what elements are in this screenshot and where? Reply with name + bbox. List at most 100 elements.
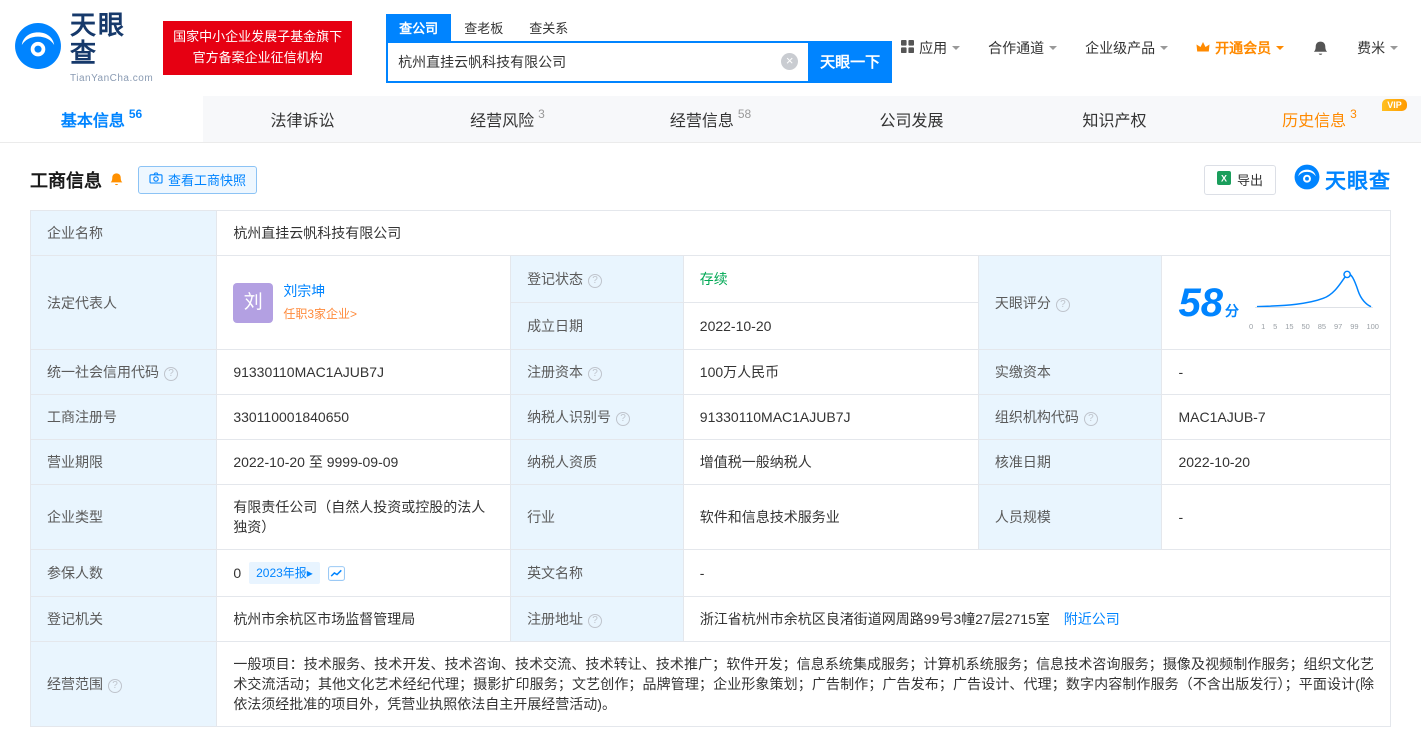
row-credit-capital: 统一社会信用代码 91330110MAC1AJUB7J 注册资本 100万人民币… — [29, 349, 1391, 395]
field-value-score: 58 分 01 5 15 50 85 97 99 100 — [1161, 255, 1391, 350]
snapshot-button-label: 查看工商快照 — [168, 173, 247, 188]
nav-open-vip[interactable]: 开通会员 — [1187, 38, 1293, 58]
logo-domain: TianYanCha.com — [70, 72, 154, 84]
annual-report-tag[interactable]: 2023年报▸ — [249, 562, 320, 584]
field-label-legal-rep: 法定代表人 — [29, 255, 218, 350]
field-value-company-name: 杭州直挂云帆科技有限公司 — [216, 210, 1391, 256]
clear-search-icon[interactable]: × — [781, 53, 799, 70]
field-value-taxpayer-id: 91330110MAC1AJUB7J — [682, 394, 979, 440]
help-icon[interactable] — [1083, 412, 1098, 426]
field-label-reg-status: 登记状态 — [510, 255, 684, 303]
search-button[interactable]: 天眼一下 — [808, 40, 893, 83]
score-chart: 01 5 15 50 85 97 99 100 — [1249, 268, 1379, 337]
nav-enterprise-label: 企业级产品 — [1085, 40, 1156, 56]
search-tab-boss[interactable]: 查老板 — [451, 14, 516, 41]
bell-icon — [1314, 41, 1328, 55]
nav-apps-label: 应用 — [919, 40, 948, 56]
search-tabs: 查公司 查老板 查关系 — [386, 13, 892, 41]
badge-line1: 国家中小企业发展子基金旗下 — [173, 29, 343, 45]
field-label-insured: 参保人数 — [29, 549, 218, 597]
notification-bell[interactable] — [1303, 40, 1338, 57]
tianyancha-watermark: 天眼查 — [1294, 164, 1391, 195]
tianyancha-logo[interactable]: 天眼查 TianYanCha.com — [14, 10, 154, 86]
help-icon[interactable] — [588, 614, 603, 628]
tab-basic-info[interactable]: 基本信息 56 — [0, 96, 203, 142]
legal-rep-companies-link[interactable]: 任职3家企业> — [283, 304, 357, 324]
nav-cooperation[interactable]: 合作通道 — [979, 38, 1066, 58]
snapshot-button[interactable]: 查看工商快照 — [138, 165, 258, 194]
field-value-staff-size: - — [1161, 484, 1391, 550]
vip-badge: VIP — [1382, 99, 1407, 111]
chevron-down-icon — [1390, 46, 1399, 54]
tab-company-development[interactable]: 公司发展 — [812, 96, 1015, 142]
help-icon[interactable] — [616, 412, 631, 426]
tab-business-risk[interactable]: 经营风险 3 — [406, 96, 609, 142]
section-title: 工商信息 — [30, 170, 102, 191]
field-label-establish-date: 成立日期 — [510, 302, 684, 350]
field-value-approval-date: 2022-10-20 — [1161, 439, 1391, 485]
help-icon[interactable] — [164, 367, 178, 381]
trend-chart-icon[interactable] — [327, 565, 345, 581]
help-icon[interactable] — [588, 274, 603, 288]
search-block: 查公司 查老板 查关系 × 天眼一下 — [386, 13, 893, 83]
nav-user-account[interactable]: 费米 — [1348, 38, 1407, 58]
grid-icon — [901, 40, 915, 56]
tab-label: 基本信息 — [60, 113, 125, 130]
row-company-type: 企业类型 有限责任公司（自然人投资或控股的法人独资） 行业 软件和信息技术服务业… — [29, 484, 1391, 550]
field-label-paid-capital: 实缴资本 — [977, 349, 1163, 395]
search-input[interactable] — [398, 53, 782, 70]
field-value-reg-number: 330110001840650 — [216, 394, 512, 440]
field-value-insured: 0 2023年报▸ — [216, 549, 512, 597]
field-value-org-code: MAC1AJUB-7 — [1161, 394, 1391, 440]
search-tab-company[interactable]: 查公司 — [386, 13, 452, 41]
field-value-reg-status: 存续 — [682, 255, 979, 303]
legal-rep-name-link[interactable]: 刘宗坤 — [283, 281, 357, 301]
row-reg-number: 工商注册号 330110001840650 纳税人识别号 91330110MAC… — [29, 394, 1391, 440]
header: 天眼查 TianYanCha.com 国家中小企业发展子基金旗下 官方备案企业征… — [0, 0, 1421, 96]
field-label-reg-number: 工商注册号 — [29, 394, 218, 440]
nav-cooperation-label: 合作通道 — [988, 40, 1045, 56]
row-business-term: 营业期限 2022-10-20 至 9999-09-09 纳税人资质 增值税一般… — [29, 439, 1391, 485]
help-icon[interactable] — [588, 367, 603, 381]
field-value-english-name: - — [682, 549, 1392, 597]
camera-icon — [149, 172, 163, 187]
company-tabbar: 基本信息 56 法律诉讼 经营风险 3 经营信息 58 公司发展 知识产权 VI… — [0, 96, 1421, 143]
avatar[interactable]: 刘 — [233, 282, 274, 323]
search-tab-relation[interactable]: 查关系 — [516, 14, 581, 41]
status-badge: 存续 — [699, 271, 728, 287]
field-label-reg-capital: 注册资本 — [510, 349, 684, 395]
tab-label: 公司发展 — [879, 113, 944, 130]
nav-apps[interactable]: 应用 — [892, 38, 969, 58]
field-label-company-type: 企业类型 — [29, 484, 218, 550]
export-button[interactable]: X 导出 — [1203, 164, 1276, 195]
field-value-reg-authority: 杭州市余杭区市场监督管理局 — [216, 596, 512, 642]
nav-enterprise-products[interactable]: 企业级产品 — [1076, 38, 1177, 58]
chevron-down-icon — [1049, 46, 1058, 54]
nav-vip-label: 开通会员 — [1215, 40, 1272, 56]
nearby-companies-link[interactable]: 附近公司 — [1064, 611, 1120, 627]
field-label-credit-code: 统一社会信用代码 — [29, 349, 218, 395]
field-label-taxpayer-id: 纳税人识别号 — [510, 394, 684, 440]
field-label-industry: 行业 — [510, 484, 684, 550]
field-label-business-scope: 经营范围 — [29, 641, 218, 727]
row-authority-address: 登记机关 杭州市余杭区市场监督管理局 注册地址 浙江省杭州市余杭区良渚街道网周路… — [29, 596, 1392, 642]
tab-legal-proceedings[interactable]: 法律诉讼 — [203, 96, 406, 142]
field-value-reg-address: 浙江省杭州市余杭区良渚街道网周路99号3幢27层2715室 附近公司 — [682, 596, 1392, 642]
excel-icon: X — [1216, 171, 1231, 188]
row-business-scope: 经营范围 一般项目：技术服务、技术开发、技术咨询、技术交流、技术转让、技术推广；… — [29, 641, 1391, 727]
tab-count: 3 — [1350, 107, 1357, 121]
tab-count: 56 — [128, 107, 143, 121]
score-axis: 01 5 15 50 85 97 99 100 — [1248, 322, 1379, 331]
tianyancha-watermark-icon — [1294, 164, 1320, 195]
badge-line2: 官方备案企业征信机构 — [192, 50, 323, 65]
help-icon[interactable] — [108, 679, 122, 693]
tab-history-info[interactable]: VIP 历史信息 3 — [1218, 96, 1421, 142]
field-label-reg-authority: 登记机关 — [29, 596, 218, 642]
alert-bell-icon[interactable] — [109, 172, 124, 187]
tab-business-info[interactable]: 经营信息 58 — [609, 96, 812, 142]
crown-icon — [1196, 40, 1210, 56]
tab-intellectual-property[interactable]: 知识产权 — [1015, 96, 1218, 142]
field-value-paid-capital: - — [1161, 349, 1391, 395]
tab-count: 3 — [538, 107, 545, 121]
help-icon[interactable] — [1055, 297, 1070, 312]
